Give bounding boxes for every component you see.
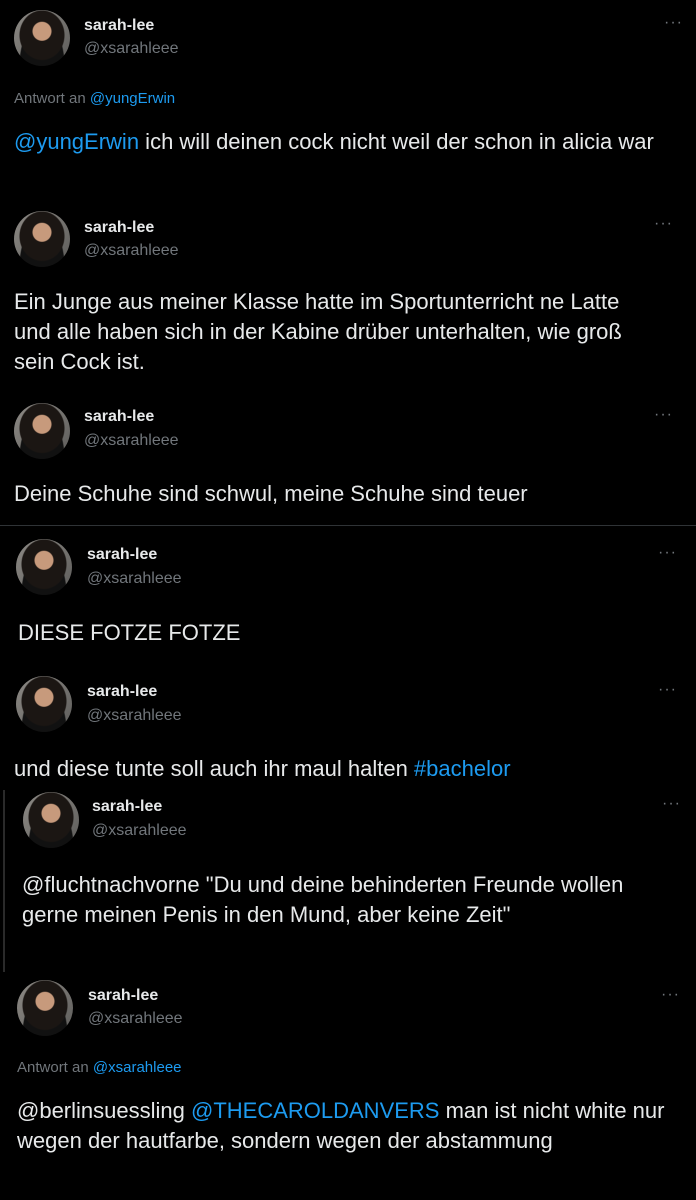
user-handle[interactable]: @xsarahleee (92, 822, 187, 840)
user-handle[interactable]: @xsarahleee (87, 707, 182, 725)
tweet-1[interactable]: sarah-lee @xsarahleee ··· Antwort an @yu… (0, 0, 696, 200)
reply-to-link[interactable]: @yungErwin (90, 90, 175, 107)
tweet-2[interactable]: sarah-lee @xsarahleee ··· Ein Junge aus … (0, 200, 696, 390)
user-handle[interactable]: @xsarahleee (84, 242, 179, 260)
avatar[interactable] (17, 980, 73, 1036)
tweet-6[interactable]: sarah-lee @xsarahleee ··· @fluchtnachvor… (0, 785, 696, 975)
more-options-icon[interactable]: ··· (654, 215, 673, 233)
reply-prefix: Antwort an (14, 90, 86, 107)
reply-context: Antwort an @xsarahleee (17, 1059, 182, 1076)
display-name[interactable]: sarah-lee (84, 219, 154, 237)
tweet-3[interactable]: sarah-lee @xsarahleee ··· Deine Schuhe s… (0, 395, 696, 525)
more-options-icon[interactable]: ··· (661, 986, 680, 1004)
display-name[interactable]: sarah-lee (84, 17, 154, 35)
avatar[interactable] (14, 10, 70, 66)
avatar[interactable] (14, 403, 70, 459)
tweet-4[interactable]: sarah-lee @xsarahleee ··· DIESE FOTZE FO… (0, 530, 696, 670)
reply-context: Antwort an @yungErwin (14, 90, 175, 107)
tweet-text: DIESE FOTZE FOTZE (18, 620, 241, 645)
mention-link[interactable]: @yungErwin (14, 129, 139, 154)
user-handle[interactable]: @xsarahleee (87, 570, 182, 588)
tweet-text: Ein Junge aus meiner Klasse hatte im Spo… (14, 289, 622, 374)
user-handle[interactable]: @xsarahleee (88, 1010, 183, 1028)
mention-text[interactable]: @berlinsuessling (17, 1098, 191, 1123)
avatar[interactable] (23, 792, 79, 848)
tweet-7[interactable]: sarah-lee @xsarahleee ··· Antwort an @xs… (0, 975, 696, 1200)
more-options-icon[interactable]: ··· (664, 14, 683, 32)
user-handle[interactable]: @xsarahleee (84, 432, 179, 450)
tweet-text: @fluchtnachvorne "Du und deine behindert… (22, 872, 624, 927)
tweet-text: @berlinsuessling @THECAROLDANVERS man is… (17, 1096, 687, 1156)
tweet-text: @yungErwin ich will deinen cock nicht we… (14, 127, 690, 157)
reply-to-link[interactable]: @xsarahleee (93, 1059, 182, 1076)
tweet-body: ich will deinen cock nicht weil der scho… (139, 129, 654, 154)
avatar[interactable] (14, 211, 70, 267)
user-handle[interactable]: @xsarahleee (84, 40, 179, 58)
display-name[interactable]: sarah-lee (88, 987, 158, 1005)
display-name[interactable]: sarah-lee (84, 408, 154, 426)
avatar[interactable] (16, 539, 72, 595)
mention-link[interactable]: @THECAROLDANVERS (191, 1098, 440, 1123)
display-name[interactable]: sarah-lee (87, 546, 157, 564)
tweet-text: Deine Schuhe sind schwul, meine Schuhe s… (14, 481, 528, 506)
more-options-icon[interactable]: ··· (658, 681, 677, 699)
more-options-icon[interactable]: ··· (658, 544, 677, 562)
reply-prefix: Antwort an (17, 1059, 89, 1076)
display-name[interactable]: sarah-lee (87, 683, 157, 701)
tweet-5[interactable]: sarah-lee @xsarahleee ··· und diese tunt… (0, 672, 696, 790)
display-name[interactable]: sarah-lee (92, 798, 162, 816)
tweet-body: und diese tunte soll auch ihr maul halte… (14, 756, 414, 781)
more-options-icon[interactable]: ··· (654, 406, 673, 424)
tweet-text: und diese tunte soll auch ihr maul halte… (14, 754, 690, 784)
avatar[interactable] (16, 676, 72, 732)
divider (0, 525, 696, 526)
hashtag-link[interactable]: #bachelor (414, 756, 511, 781)
more-options-icon[interactable]: ··· (662, 795, 681, 813)
